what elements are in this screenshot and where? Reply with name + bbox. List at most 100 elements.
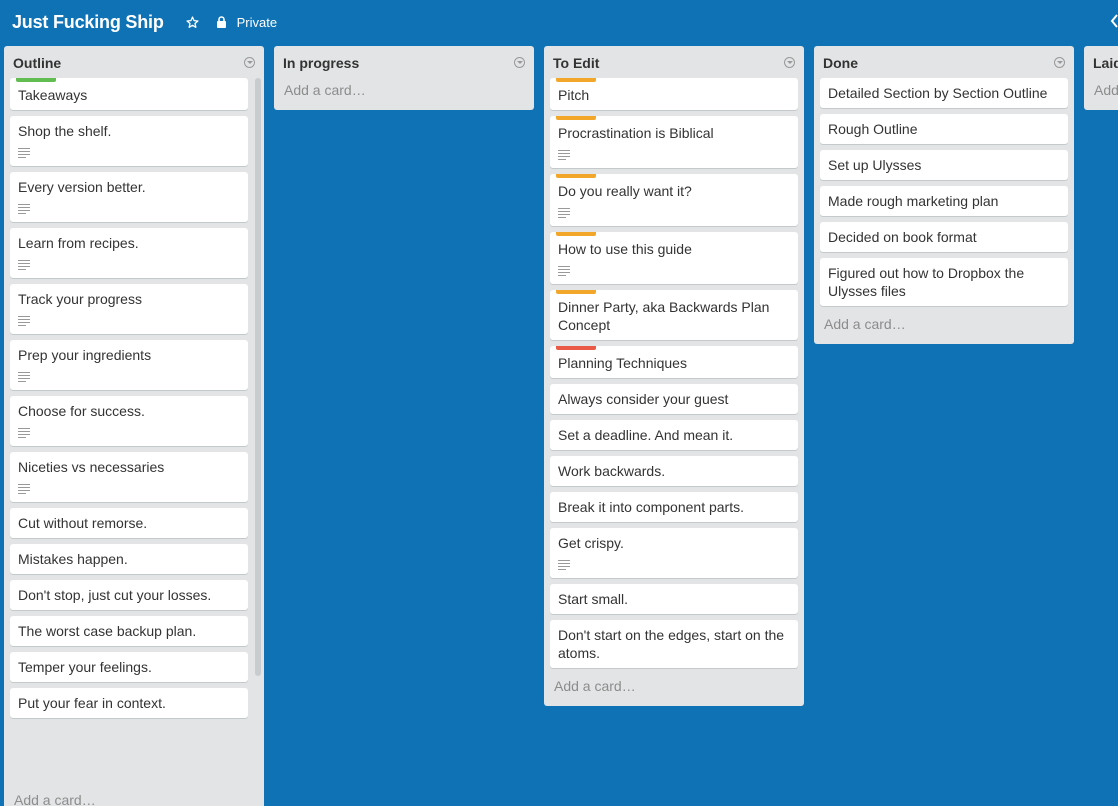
description-icon <box>18 484 30 494</box>
card[interactable]: Don't start on the edges, start on the a… <box>550 620 798 668</box>
card-title: Don't start on the edges, start on the a… <box>558 627 785 661</box>
privacy-label: Private <box>236 14 278 30</box>
description-icon <box>18 260 30 270</box>
card-title: Planning Techniques <box>558 355 687 371</box>
list-menu-icon[interactable] <box>244 57 255 68</box>
card[interactable]: Planning Techniques <box>550 346 798 378</box>
board-lists: Outline Takeaways Shop the shelf. Every ver… <box>4 46 1118 806</box>
card-title: Figured out how to Dropbox the Ulysses f… <box>828 265 1025 299</box>
card-list: Detailed Section by Section Outline Rough… <box>814 78 1074 306</box>
card-title: Rough Outline <box>828 121 918 137</box>
list-title[interactable]: Outline <box>13 55 255 71</box>
card[interactable]: Prep your ingredients <box>10 340 248 390</box>
card-title: The worst case backup plan. <box>18 623 197 639</box>
card-title: Start small. <box>558 591 629 607</box>
card[interactable]: Figured out how to Dropbox the Ulysses f… <box>820 258 1068 306</box>
list-header: Done <box>814 46 1074 78</box>
card[interactable]: Always consider your guest <box>550 384 798 414</box>
board-title[interactable]: Just Fucking Ship <box>12 12 164 33</box>
card[interactable]: Takeaways <box>10 78 248 110</box>
card[interactable]: Procrastination is Biblical <box>550 116 798 168</box>
card[interactable]: Do you really want it? <box>550 174 798 226</box>
add-card-button[interactable]: Add a card… <box>4 784 106 806</box>
card[interactable]: Track your progress <box>10 284 248 334</box>
card[interactable]: Work backwards. <box>550 456 798 486</box>
card-title: Dinner Party, aka Backwards Plan Concept <box>558 299 770 333</box>
card[interactable]: Choose for success. <box>10 396 248 446</box>
card[interactable]: Every version better. <box>10 172 248 222</box>
card[interactable]: Shop the shelf. <box>10 116 248 166</box>
card[interactable]: Detailed Section by Section Outline <box>820 78 1068 108</box>
card-label-green <box>16 78 56 82</box>
list-title[interactable]: To Edit <box>553 55 795 71</box>
add-card-button[interactable]: Add a card… <box>814 312 1074 344</box>
card-label-orange <box>556 232 596 236</box>
card[interactable]: Set a deadline. And mean it. <box>550 420 798 450</box>
card[interactable]: The worst case backup plan. <box>10 616 248 646</box>
card[interactable]: Mistakes happen. <box>10 544 248 574</box>
list-laid: Laid Add <box>1084 46 1118 110</box>
card[interactable]: Don't stop, just cut your losses. <box>10 580 248 610</box>
card[interactable]: Get crispy. <box>550 528 798 578</box>
card-title: Takeaways <box>18 87 88 103</box>
card-title: Work backwards. <box>558 463 666 479</box>
card-title: Choose for success. <box>18 403 145 419</box>
list-title[interactable]: In progress <box>283 55 525 71</box>
card-label-red <box>556 346 596 350</box>
description-icon <box>18 204 30 214</box>
description-icon <box>558 208 570 218</box>
list-done: Done Detailed Section by Section Outline R… <box>814 46 1074 344</box>
list-header: In progress <box>274 46 534 78</box>
card-label-orange <box>556 290 596 294</box>
card-title: Always consider your guest <box>558 391 729 407</box>
chevron-left-icon[interactable] <box>1110 14 1118 28</box>
card-title: Shop the shelf. <box>18 123 112 139</box>
card-title: Track your progress <box>18 291 142 307</box>
card[interactable]: Pitch <box>550 78 798 110</box>
board-header: Just Fucking Ship Private <box>0 0 1118 44</box>
description-icon <box>558 266 570 276</box>
list-menu-icon[interactable] <box>514 57 525 68</box>
description-icon <box>18 316 30 326</box>
list-title[interactable]: Done <box>823 55 1065 71</box>
list-outline: Outline Takeaways Shop the shelf. Every ver… <box>4 46 264 806</box>
add-card-button[interactable]: Add a card… <box>544 674 804 706</box>
card-title: Detailed Section by Section Outline <box>828 85 1048 101</box>
star-icon[interactable] <box>186 15 200 29</box>
card[interactable]: Put your fear in context. <box>10 688 248 718</box>
list-in-progress: In progress Add a card… <box>274 46 534 110</box>
card[interactable]: Niceties vs necessaries <box>10 452 248 502</box>
card[interactable]: Cut without remorse. <box>10 508 248 538</box>
card-title: Cut without remorse. <box>18 515 148 531</box>
card[interactable]: Decided on book format <box>820 222 1068 252</box>
card[interactable]: Start small. <box>550 584 798 614</box>
card-title: Set a deadline. And mean it. <box>558 427 734 443</box>
card[interactable]: Rough Outline <box>820 114 1068 144</box>
card[interactable]: Break it into component parts. <box>550 492 798 522</box>
list-scrollbar[interactable] <box>255 78 261 676</box>
list-menu-icon[interactable] <box>784 57 795 68</box>
card[interactable]: Dinner Party, aka Backwards Plan Concept <box>550 290 798 340</box>
add-card-button[interactable]: Add <box>1084 78 1118 110</box>
description-icon <box>18 372 30 382</box>
card[interactable]: How to use this guide <box>550 232 798 284</box>
card-title: Prep your ingredients <box>18 347 152 363</box>
card-title: Pitch <box>558 87 590 103</box>
card[interactable]: Temper your feelings. <box>10 652 248 682</box>
add-card-button[interactable]: Add a card… <box>274 78 534 110</box>
card[interactable]: Set up Ulysses <box>820 150 1068 180</box>
card[interactable]: Learn from recipes. <box>10 228 248 278</box>
privacy-button[interactable]: Private <box>216 15 277 30</box>
card-label-orange <box>556 116 596 120</box>
card-label-orange <box>556 78 596 82</box>
list-menu-icon[interactable] <box>1054 57 1065 68</box>
card-title: Set up Ulysses <box>828 157 922 173</box>
card-title: Niceties vs necessaries <box>18 459 165 475</box>
card[interactable]: Made rough marketing plan <box>820 186 1068 216</box>
card-list: Takeaways Shop the shelf. Every version be… <box>4 78 264 788</box>
card-title: Made rough marketing plan <box>828 193 999 209</box>
card-label-orange <box>556 174 596 178</box>
list-title[interactable]: Laid <box>1093 55 1118 71</box>
lock-icon <box>216 16 228 28</box>
list-to-edit: To Edit Pitch Procrastination is Biblical D… <box>544 46 804 706</box>
